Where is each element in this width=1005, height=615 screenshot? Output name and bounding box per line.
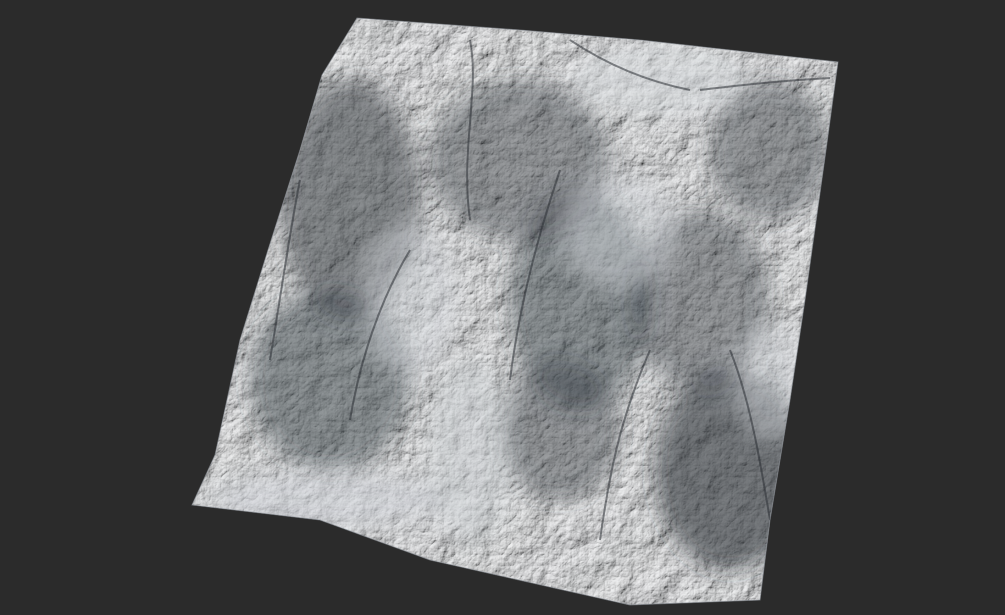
render-viewport[interactable]	[0, 0, 1005, 615]
terrain-surface	[192, 18, 838, 605]
terrain-render	[191, 17, 839, 606]
